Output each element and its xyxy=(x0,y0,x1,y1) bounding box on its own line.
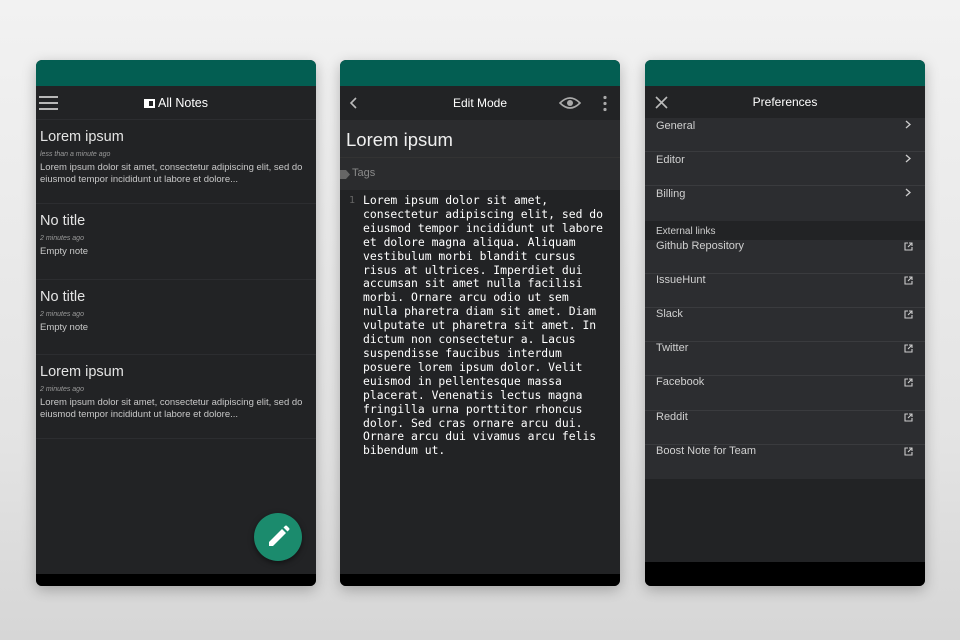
bottom-bar xyxy=(36,574,316,586)
note-title: No title xyxy=(40,213,86,229)
note-timestamp: 2 minutes ago xyxy=(40,311,84,318)
note-title: Lorem ipsum xyxy=(40,364,124,380)
note-item[interactable]: Lorem ipsum 2 minutes ago Lorem ipsum do… xyxy=(36,355,316,439)
note-timestamp: less than a minute ago xyxy=(40,151,111,158)
markdown-editor[interactable]: 1 Lorem ipsum dolor sit amet, consectetu… xyxy=(340,190,620,458)
chevron-right-icon xyxy=(905,154,911,163)
bottom-bar xyxy=(340,574,620,586)
note-preview: Lorem ipsum dolor sit amet, consectetur … xyxy=(40,397,303,420)
setting-label: General xyxy=(656,120,696,132)
external-links-group: Github Repository IssueHunt Slack Twitte… xyxy=(645,239,925,479)
link-github[interactable]: Github Repository xyxy=(645,240,925,274)
notebook-icon xyxy=(143,99,155,108)
notes-list-screen: All Notes Lorem ipsum less than a minute… xyxy=(36,60,316,586)
note-item[interactable]: Lorem ipsum less than a minute ago Lorem… xyxy=(36,120,316,204)
bottom-bar xyxy=(645,562,925,586)
note-preview: Empty note xyxy=(40,322,89,333)
link-label: Twitter xyxy=(656,342,689,355)
settings-group: General Editor Billing xyxy=(645,118,925,221)
status-bar xyxy=(36,60,316,86)
note-item[interactable]: No title 2 minutes ago Empty note xyxy=(36,280,316,355)
link-label: IssueHunt xyxy=(656,273,706,286)
external-link-icon xyxy=(904,310,913,319)
link-reddit[interactable]: Reddit xyxy=(645,411,925,445)
pencil-icon xyxy=(269,525,290,546)
note-timestamp: 2 minutes ago xyxy=(40,386,84,393)
setting-label: Editor xyxy=(656,154,685,167)
line-number: 1 xyxy=(349,195,356,206)
external-link-icon xyxy=(904,344,913,353)
external-link-icon xyxy=(904,412,913,422)
app-header: All Notes xyxy=(36,86,316,120)
link-label: Facebook xyxy=(656,376,705,389)
editor-screen: Edit Mode Lorem ipsum Tags 1 Lorem ipsum… xyxy=(340,60,620,586)
chevron-right-icon xyxy=(905,188,911,197)
link-slack[interactable]: Slack xyxy=(645,307,925,343)
app-header: Edit Mode xyxy=(340,86,620,120)
external-link-icon xyxy=(904,242,913,251)
tags-field[interactable]: Tags xyxy=(340,158,620,190)
status-bar xyxy=(645,60,925,86)
setting-label: Billing xyxy=(656,188,686,201)
note-title: No title xyxy=(40,289,86,305)
link-label: Boost Note for Team xyxy=(656,444,757,457)
page-title: All Notes xyxy=(36,96,316,110)
external-link-icon xyxy=(904,276,913,285)
link-label: Slack xyxy=(656,307,683,320)
page-title: Preferences xyxy=(752,95,818,109)
tag-icon xyxy=(340,170,350,179)
eye-icon[interactable] xyxy=(559,95,581,111)
note-title-field[interactable]: Lorem ipsum xyxy=(340,120,620,158)
link-boost-note-team[interactable]: Boost Note for Team xyxy=(645,445,925,479)
link-facebook[interactable]: Facebook xyxy=(645,376,925,411)
status-bar xyxy=(340,60,620,86)
new-note-button[interactable] xyxy=(254,513,302,561)
setting-billing[interactable]: Billing xyxy=(645,186,925,220)
note-title: Lorem ipsum xyxy=(40,129,124,145)
link-label: Github Repository xyxy=(656,239,745,252)
link-twitter[interactable]: Twitter xyxy=(645,342,925,377)
app-header: Preferences xyxy=(645,86,925,118)
link-issuehunt[interactable]: IssueHunt xyxy=(645,274,925,308)
setting-general[interactable]: General xyxy=(645,118,925,153)
preferences-screen: Preferences General Editor Billing Exter… xyxy=(645,60,925,586)
note-preview: Lorem ipsum dolor sit amet, consectetur … xyxy=(40,162,303,185)
tags-placeholder: Tags xyxy=(352,167,376,179)
note-timestamp: 2 minutes ago xyxy=(40,235,84,242)
chevron-right-icon xyxy=(905,120,911,129)
external-link-icon xyxy=(904,378,913,387)
link-label: Reddit xyxy=(656,410,688,423)
editor-content[interactable]: Lorem ipsum dolor sit amet, consectetur … xyxy=(363,193,614,458)
note-preview: Empty note xyxy=(40,246,89,257)
external-links-header: External links xyxy=(645,220,925,240)
setting-editor[interactable]: Editor xyxy=(645,152,925,187)
external-link-icon xyxy=(904,447,913,456)
note-item[interactable]: No title 2 minutes ago Empty note xyxy=(36,204,316,280)
more-vertical-icon[interactable] xyxy=(602,95,608,112)
